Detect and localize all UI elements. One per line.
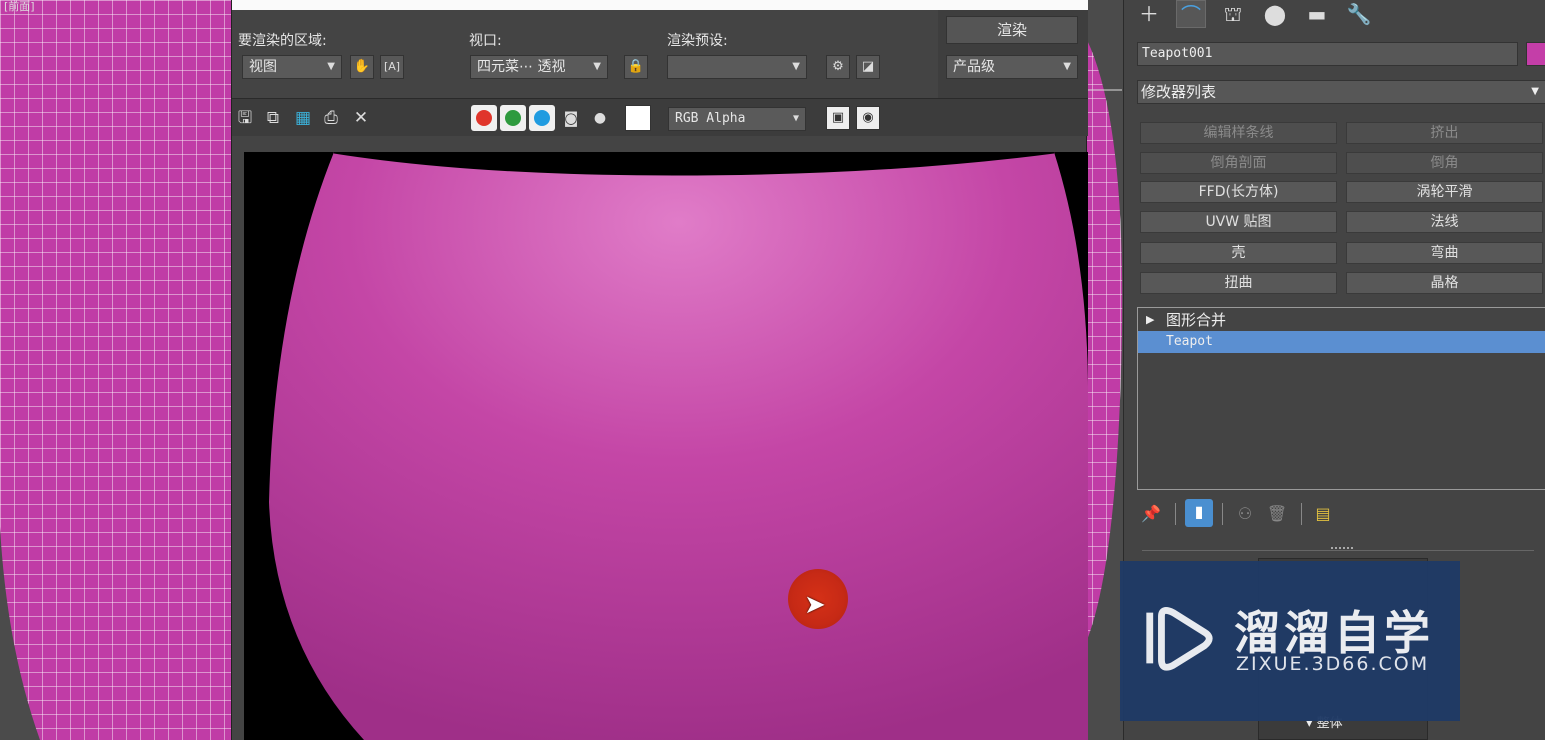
lock-icon[interactable]: 🔒 (624, 55, 648, 79)
cursor-arrow-icon: ➤ (804, 590, 826, 620)
render-preset-dropdown[interactable]: ▼ (667, 55, 807, 79)
clear-icon[interactable]: ✕ (350, 107, 372, 129)
modifier-button[interactable]: 晶格 (1346, 272, 1543, 294)
remove-modifier-icon[interactable]: 🗑 (1266, 501, 1288, 527)
viewport-label[interactable]: [前面] (4, 0, 35, 14)
pin-stack-icon[interactable]: 📌 (1140, 501, 1162, 527)
alpha-channel-icon[interactable]: ◙ (560, 107, 582, 129)
make-unique-icon[interactable]: ⚇ (1234, 501, 1256, 527)
modify-tab-icon[interactable]: ⌒ (1176, 0, 1206, 28)
render-button[interactable]: 渲染 (946, 16, 1078, 44)
toggle-ui-overlay-icon[interactable]: ▣ (826, 106, 850, 130)
chevron-down-icon: ▼ (1531, 86, 1539, 97)
rendered-frame-window: 要渲染的区域: 视图 ▼ ✋ [A] 视口: 四元菜⋯ 透视 ▼ 🔒 渲染预设: ▼… (231, 0, 1088, 740)
blue-channel-toggle[interactable] (529, 105, 555, 131)
modifier-button[interactable]: 扭曲 (1140, 272, 1337, 294)
modifier-button[interactable]: FFD(长方体) (1140, 181, 1337, 203)
channel-display-value: RGB Alpha (675, 111, 746, 126)
clone-window-icon[interactable]: ▦ (292, 107, 314, 129)
red-channel-toggle[interactable] (471, 105, 497, 131)
channel-display-dropdown[interactable]: RGB Alpha ▼ (668, 107, 806, 131)
toggle-ui-icon[interactable]: ◉ (856, 106, 880, 130)
green-channel-toggle[interactable] (500, 105, 526, 131)
modifier-button[interactable]: 挤出 (1346, 122, 1543, 144)
copy-icon[interactable]: ⧉ (262, 107, 284, 129)
area-to-render-label: 要渲染的区域: (238, 33, 327, 49)
modifier-button[interactable]: UVW 贴图 (1140, 211, 1337, 233)
rendered-image[interactable]: ➤ (244, 152, 1088, 740)
blue-channel-icon (534, 110, 550, 126)
watermark-logo: 溜溜自学 ZIXUE.3D66.COM (1120, 561, 1460, 721)
save-icon[interactable]: 🖫 (234, 107, 256, 129)
frame-toolbar: 🖫 ⧉ ▦ ⎙ ✕ ◙ ● RGB Alpha ▼ ▣ ◉ (232, 98, 1088, 136)
modifier-stack: ▶ 图形合并 Teapot (1137, 307, 1545, 490)
motion-tab-icon[interactable]: ⬤ (1260, 0, 1290, 28)
stack-item-label: 图形合并 (1166, 311, 1227, 329)
viewport-label-text: 视口: (469, 33, 502, 49)
red-channel-icon (476, 110, 492, 126)
modifier-button[interactable]: 法线 (1346, 211, 1543, 233)
area-to-render-dropdown[interactable]: 视图 ▼ (242, 55, 342, 79)
drag-handle[interactable] (1331, 547, 1353, 553)
modifier-list-label: 修改器列表 (1141, 83, 1217, 101)
monochrome-icon[interactable]: ● (589, 107, 611, 129)
render-preset-label: 渲染预设: (667, 33, 728, 49)
chevron-down-icon: ▼ (1063, 61, 1071, 72)
chevron-down-icon: ▼ (593, 61, 601, 72)
modifier-button[interactable]: 壳 (1140, 242, 1337, 264)
modifier-button[interactable]: 倒角剖面 (1140, 152, 1337, 174)
chevron-down-icon: ▼ (327, 61, 335, 72)
modifier-button[interactable]: 涡轮平滑 (1346, 181, 1543, 203)
rendered-teapot-body (269, 152, 1088, 740)
chevron-down-icon: ▼ (792, 61, 800, 72)
window-titlebar[interactable] (232, 0, 1088, 10)
object-name-field[interactable]: Teapot001 (1137, 42, 1518, 66)
hierarchy-tab-icon[interactable]: ⛫ (1218, 0, 1248, 28)
modifier-list-dropdown[interactable]: 修改器列表 ▼ (1137, 80, 1545, 104)
modifier-button[interactable]: 弯曲 (1346, 242, 1543, 264)
modifier-button[interactable]: 倒角 (1346, 152, 1543, 174)
stack-item[interactable]: ▶ 图形合并 (1138, 309, 1545, 331)
render-setup-icon[interactable]: ⚙ (826, 55, 850, 79)
configure-modifier-sets-icon[interactable]: ▤ (1312, 501, 1334, 527)
hand-icon[interactable]: ✋ (350, 55, 374, 79)
environment-effects-icon[interactable]: ◪ (856, 55, 880, 79)
chevron-down-icon: ▼ (792, 113, 799, 124)
watermark-subtitle: ZIXUE.3D66.COM (1236, 653, 1430, 675)
auto-region-icon[interactable]: [A] (380, 55, 404, 79)
object-color-swatch[interactable] (1526, 42, 1545, 66)
create-tab-icon[interactable]: ＋ (1134, 0, 1164, 28)
modifier-button[interactable]: 编辑样条线 (1140, 122, 1337, 144)
render-quality-value: 产品级 (953, 59, 995, 75)
divider (1222, 503, 1223, 525)
display-tab-icon[interactable]: ▬ (1302, 0, 1332, 28)
viewport-value: 四元菜⋯ 透视 (477, 59, 566, 75)
render-quality-dropdown[interactable]: 产品级 ▼ (946, 55, 1078, 79)
stack-item-label: Teapot (1166, 334, 1213, 349)
show-end-result-icon[interactable]: ▮ (1185, 499, 1213, 527)
render-controls: 要渲染的区域: 视图 ▼ ✋ [A] 视口: 四元菜⋯ 透视 ▼ 🔒 渲染预设: ▼… (232, 10, 1088, 98)
divider (1301, 503, 1302, 525)
area-to-render-value: 视图 (249, 59, 277, 75)
utilities-tab-icon[interactable]: 🔧 (1344, 0, 1374, 28)
expand-triangle-icon[interactable]: ▶ (1146, 309, 1154, 331)
divider (1175, 503, 1176, 525)
print-icon[interactable]: ⎙ (320, 107, 342, 129)
color-swatch[interactable] (625, 105, 651, 131)
play-logo-icon (1146, 607, 1213, 671)
viewport-dropdown[interactable]: 四元菜⋯ 透视 ▼ (470, 55, 608, 79)
green-channel-icon (505, 110, 521, 126)
stack-item-selected[interactable]: Teapot (1138, 331, 1545, 353)
